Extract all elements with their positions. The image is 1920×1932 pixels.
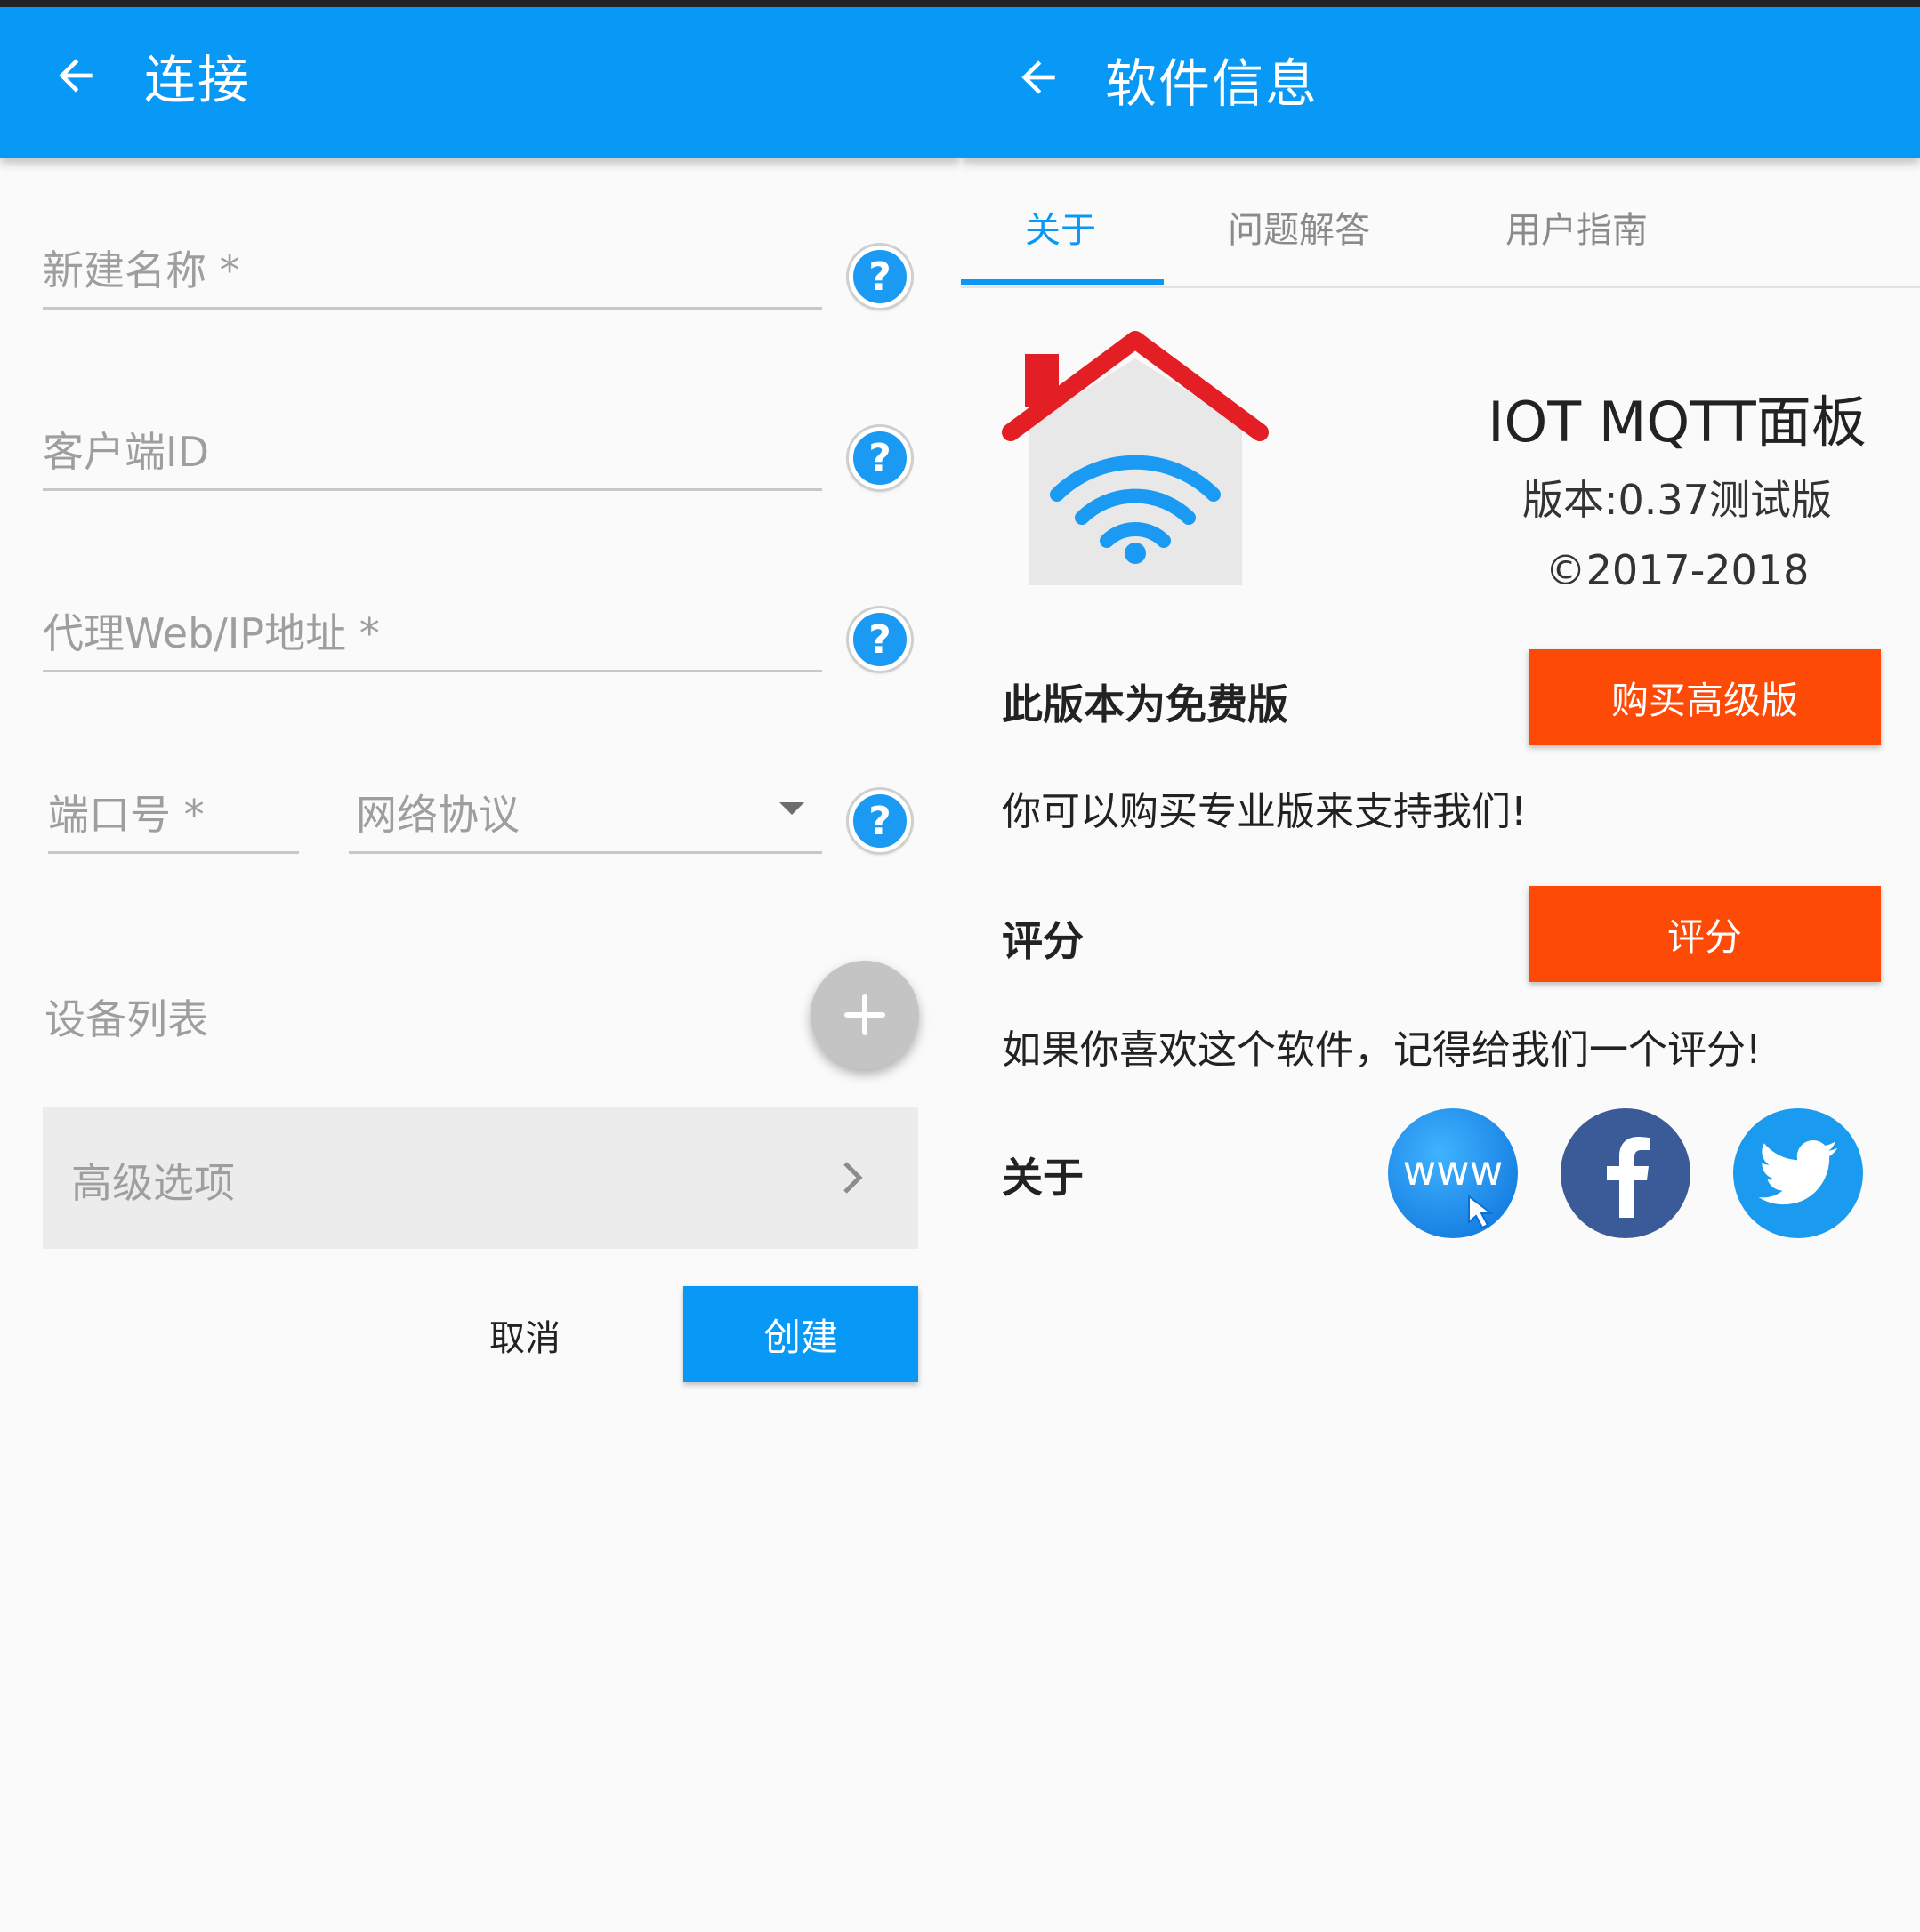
back-arrow-icon [59, 59, 93, 93]
info-screen: 软件信息 关于 问题解答 用户指南 IOT MQTT面板 版本:0.37测试版 … [961, 0, 1920, 1932]
connect-screen: 连接 新建名称 * ? 客户端ID ? 代理Web/IP地址 * ? 端口号 *… [0, 0, 961, 1932]
back-button[interactable] [1009, 48, 1068, 107]
tab-user-guide[interactable]: 用户指南 [1505, 201, 1648, 253]
device-list-label: 设备列表 [44, 995, 208, 1043]
advanced-options-label: 高级选项 [71, 1159, 235, 1207]
tab-indicator [961, 279, 1164, 285]
client-id-field-underline [43, 488, 822, 491]
free-version-title: 此版本为免费版 [1002, 680, 1288, 729]
back-button[interactable] [46, 46, 105, 105]
help-icon[interactable]: ? [849, 427, 911, 489]
facebook-icon [1607, 1137, 1650, 1218]
cancel-button[interactable]: 取消 [445, 1309, 605, 1361]
rate-description: 如果你喜欢这个软件，记得给我们一个评分! [1002, 1027, 1762, 1073]
about-title: 关于 [1002, 1154, 1084, 1202]
twitter-icon [1758, 1140, 1838, 1205]
name-field[interactable]: 新建名称 * [43, 231, 822, 310]
facebook-button[interactable] [1561, 1108, 1690, 1238]
page-title: 连接 [144, 50, 252, 110]
port-field[interactable]: 端口号 * [48, 776, 299, 854]
protocol-select[interactable]: 网络协议 [349, 776, 822, 854]
www-icon: www [1402, 1147, 1504, 1195]
page-title: 软件信息 [1105, 53, 1319, 114]
status-bar [961, 0, 1920, 7]
tab-bar: 关于 问题解答 用户指南 [961, 158, 1920, 288]
protocol-select-label: 网络协议 [356, 791, 520, 839]
broker-address-field[interactable]: 代理Web/IP地址 * [43, 594, 822, 672]
chevron-right-icon [843, 1162, 863, 1194]
cursor-icon [1468, 1194, 1494, 1229]
protocol-select-underline [349, 851, 822, 854]
tab-faq[interactable]: 问题解答 [1228, 201, 1370, 253]
rate-title: 评分 [1002, 917, 1084, 965]
port-field-underline [48, 851, 299, 854]
house-wifi-logo-icon [1002, 331, 1269, 585]
broker-address-field-label: 代理Web/IP地址 * [43, 609, 380, 657]
app-version: 版本:0.37测试版 [1522, 476, 1832, 524]
buy-description: 你可以购买专业版来支持我们! [1002, 789, 1527, 834]
back-arrow-icon [1021, 60, 1055, 94]
status-bar [0, 0, 961, 7]
rate-button[interactable]: 评分 [1529, 886, 1881, 982]
connect-app-bar: 连接 [0, 0, 961, 158]
app-name: IOT MQTT面板 [1488, 390, 1867, 455]
info-app-bar: 软件信息 [961, 0, 1920, 158]
client-id-field[interactable]: 客户端ID [43, 413, 822, 491]
help-icon[interactable]: ? [849, 246, 911, 308]
buy-premium-button[interactable]: 购买高级版 [1529, 649, 1881, 745]
port-field-label: 端口号 * [48, 791, 205, 839]
twitter-button[interactable] [1733, 1108, 1863, 1238]
website-button[interactable]: www [1388, 1108, 1518, 1238]
name-field-underline [43, 307, 822, 310]
broker-address-field-underline [43, 670, 822, 672]
help-icon[interactable]: ? [849, 790, 911, 852]
help-icon[interactable]: ? [849, 608, 911, 671]
create-button[interactable]: 创建 [683, 1286, 918, 1382]
advanced-options-row[interactable]: 高级选项 [43, 1107, 918, 1249]
dropdown-arrow-icon [779, 802, 804, 815]
tab-about[interactable]: 关于 [1025, 201, 1096, 253]
client-id-field-label: 客户端ID [43, 428, 209, 476]
name-field-label: 新建名称 * [43, 246, 240, 294]
app-copyright: ©2017-2018 [1545, 546, 1810, 594]
add-device-button[interactable] [811, 961, 919, 1069]
plus-icon [844, 994, 885, 1035]
